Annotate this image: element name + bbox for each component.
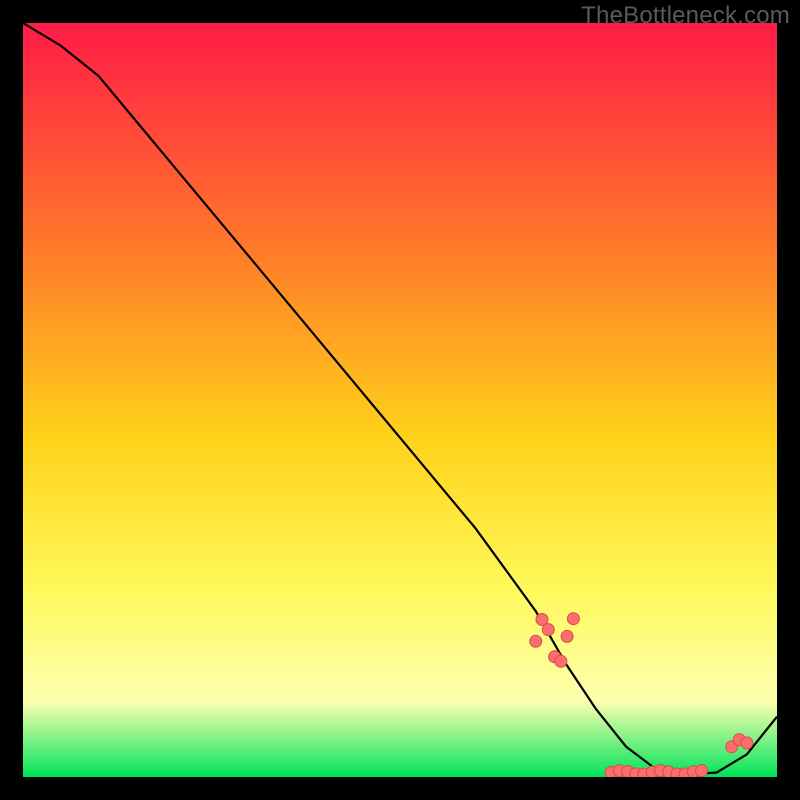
- data-point: [561, 630, 573, 642]
- data-point: [567, 613, 579, 625]
- data-point: [542, 624, 554, 636]
- data-point: [741, 737, 753, 749]
- data-point: [696, 765, 708, 777]
- chart-svg: [23, 23, 777, 777]
- data-point: [530, 635, 542, 647]
- watermark-text: TheBottleneck.com: [581, 2, 790, 30]
- plot-area: [23, 23, 777, 777]
- gradient-background: [23, 23, 777, 777]
- data-point: [555, 655, 567, 667]
- chart-frame: TheBottleneck.com: [0, 0, 800, 800]
